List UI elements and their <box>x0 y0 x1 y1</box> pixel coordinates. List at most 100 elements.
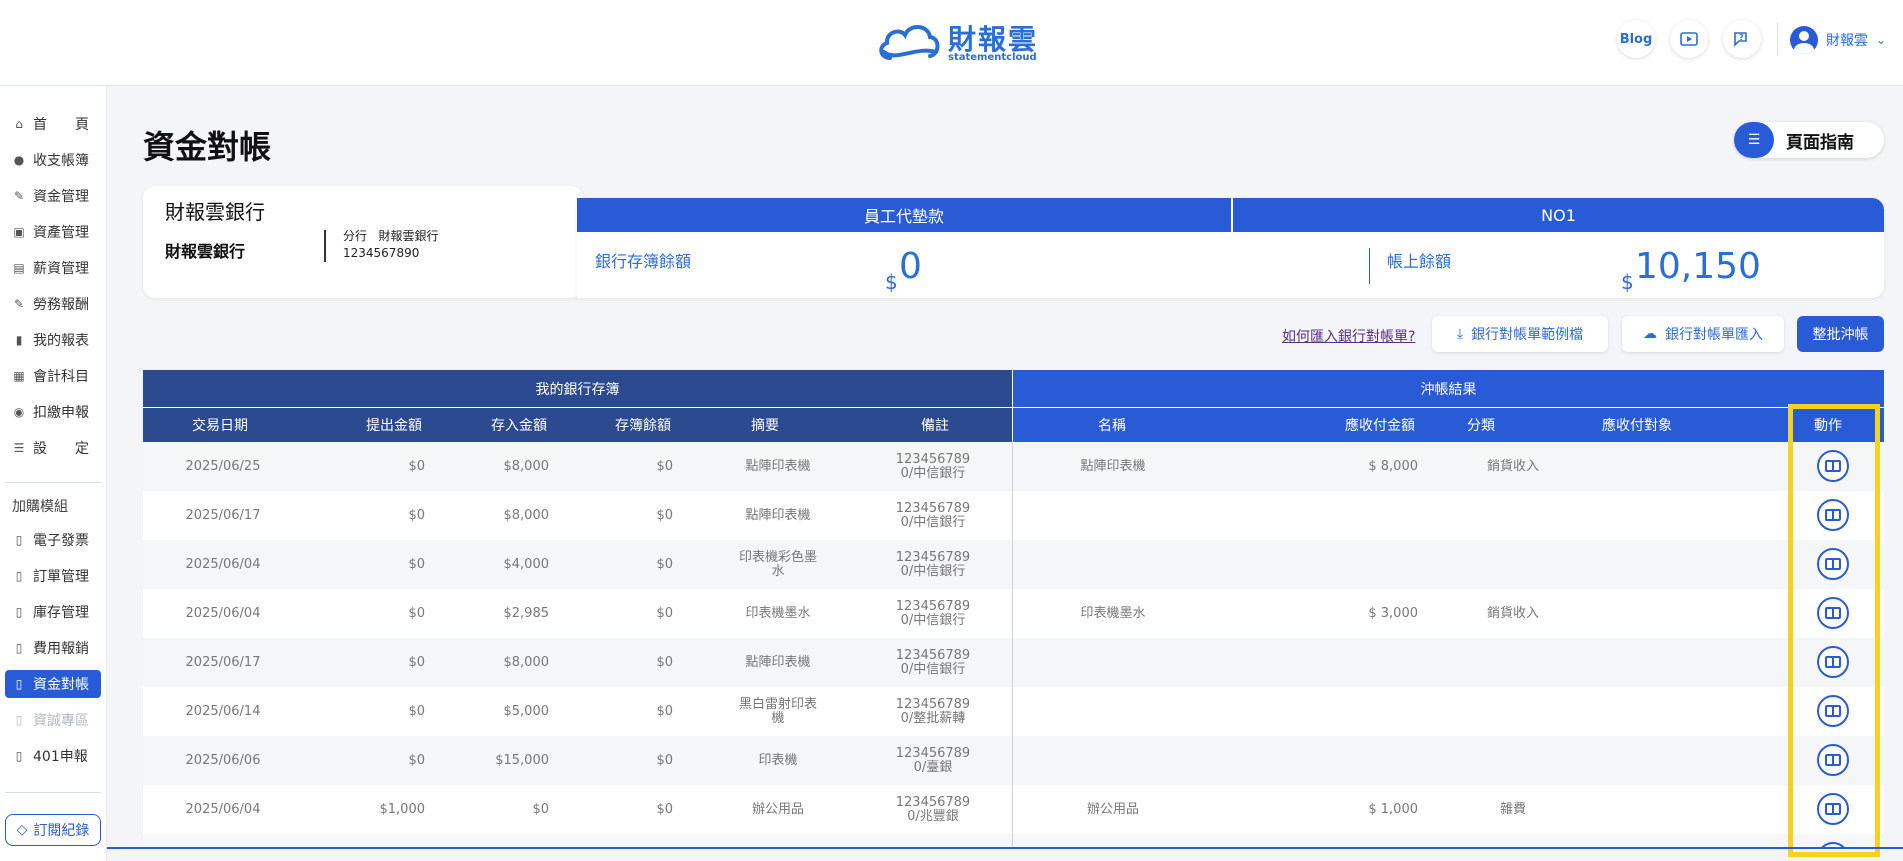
cell-in: $4,000 <box>503 556 550 572</box>
sidebar-item-expenses[interactable]: ▯ 費用報銷 <box>5 634 101 662</box>
logo-subtitle: statementcloud <box>948 52 1037 63</box>
sidebar-item-accounts[interactable]: ▦ 會計科目 <box>5 362 101 390</box>
sidebar-item-inventory[interactable]: ▯ 庫存管理 <box>5 598 101 626</box>
help-chat-button[interactable]: ? <box>1723 20 1761 58</box>
cell-out: $0 <box>408 507 425 523</box>
cell-date: 2025/06/25 <box>185 458 261 474</box>
cell-amount <box>1213 491 1418 540</box>
signpost-icon: ☰ <box>1734 122 1774 158</box>
cell-note: 123456789 0/中信銀行 <box>895 500 971 530</box>
sidebar-item-income-book[interactable]: ● 收支帳簿 <box>5 146 101 174</box>
cell-bal: $0 <box>656 654 673 670</box>
book-balance-value: 0 <box>899 246 922 287</box>
sidebar-item-assets[interactable]: ▣ 資產管理 <box>5 218 101 246</box>
tax-icon: ◉ <box>13 405 25 419</box>
batch-reconcile-button[interactable]: 整批沖帳 <box>1797 316 1884 352</box>
sidebar-divider-bottom <box>5 792 101 793</box>
cell-date: 2025/06/14 <box>185 703 261 719</box>
cell-name <box>1013 540 1213 589</box>
top-header: 財報雲 statementcloud Blog ? 財報雲 ⌄ <box>0 0 1903 86</box>
cell-out: $0 <box>408 556 425 572</box>
header-divider <box>1777 22 1778 56</box>
table-row: 2025/06/14 $0 $5,000 $0 黑白雷射印表 機 123456789 0/… <box>143 687 1884 736</box>
col-summary: 摘要 <box>751 418 779 434</box>
cell-target <box>1573 834 1803 847</box>
table-row: 2025/06/04 $0 $4,000 $0 印表機彩色墨 水 123456789 0/… <box>143 540 1884 589</box>
cell-summary: 印表機彩色墨 水 <box>738 549 817 579</box>
cell-note: 123456789 <box>853 834 1013 847</box>
subscription-button[interactable]: ◇ 訂閱紀錄 <box>5 814 101 846</box>
table-row: 2025/06/17 $0 $8,000 $0 點陣印表機 123456789 0/中信銀… <box>143 638 1884 687</box>
col-name: 名稱 <box>1098 418 1126 434</box>
cell-name: 辦公用品 <box>1086 801 1139 817</box>
sidebar-item-settings[interactable]: ☰ 設 定 <box>5 434 101 462</box>
ledger-balance-value: 10,150 <box>1635 246 1761 287</box>
sidebar-item-fund[interactable]: ✎ 資金管理 <box>5 182 101 210</box>
sidebar-item-labor[interactable]: ✎ 勞務報酬 <box>5 290 101 318</box>
sidebar-divider <box>5 482 101 483</box>
cell-note: 123456789 0/中信銀行 <box>895 549 971 579</box>
cell-in: $2,985 <box>503 605 550 621</box>
sidebar-item-pwc[interactable]: ▯ 資誠專區 <box>5 706 101 734</box>
cell-bal: $0 <box>656 556 673 572</box>
cell-target <box>1573 785 1803 834</box>
col-note: 備註 <box>921 418 949 434</box>
help-chat-icon: ? <box>1734 32 1747 47</box>
user-menu[interactable]: 財報雲 ⌄ <box>1790 24 1886 56</box>
cell-amount <box>1213 687 1418 736</box>
reconciliation-table: 我的銀行存簿 沖帳結果 交易日期 提出金額 存入金額 存簿餘額 摘要 備註 名稱… <box>143 370 1884 847</box>
logo[interactable]: 財報雲 statementcloud <box>876 16 1041 66</box>
bank-name: 財報雲銀行 <box>165 242 246 261</box>
balance-head-left: 員工代墊款 <box>577 198 1231 232</box>
sidebar-item-reconciliation[interactable]: ▯ 資金對帳 <box>5 670 101 698</box>
cell-cat <box>1453 834 1573 847</box>
sidebar-item-home[interactable]: ⌂ 首 頁 <box>5 110 101 138</box>
bank-info: 財報雲銀行 財報雲銀行 分行 財報雲銀行 1234567890 <box>143 186 583 298</box>
cell-out: $1,000 <box>379 801 426 817</box>
sidebar-item-401[interactable]: ▯ 401申報 <box>5 742 101 770</box>
document-icon: ▯ <box>15 533 23 547</box>
cloud-logo-icon <box>879 25 940 60</box>
table-divider <box>1012 442 1013 847</box>
bank-icon: ▣ <box>13 225 25 239</box>
cell-date: 2025/06/17 <box>185 654 261 670</box>
cell-in: $8,000 <box>503 654 550 670</box>
labor-icon: ✎ <box>13 297 25 311</box>
page-guide-button[interactable]: ☰ 頁面指南 <box>1734 122 1884 158</box>
cell-date: 2025/06/17 <box>185 507 261 523</box>
cell-in: $0 <box>532 801 549 817</box>
sidebar-item-reports[interactable]: ▮ 我的報表 <box>5 326 101 354</box>
cell-name <box>1013 491 1213 540</box>
sidebar-item-einvoice[interactable]: ▯ 電子發票 <box>5 526 101 554</box>
sidebar-item-orders[interactable]: ▯ 訂單管理 <box>5 562 101 590</box>
blog-button[interactable]: Blog <box>1617 20 1655 58</box>
cell-cat: 銷貨收入 <box>1486 605 1539 621</box>
statement-import-button[interactable]: ☁ 銀行對帳單匯入 <box>1622 316 1784 352</box>
cell-date: 2025/06/04 <box>185 801 261 817</box>
cell-amount: $ 8,000 <box>1368 458 1418 474</box>
cell-target <box>1573 491 1803 540</box>
diamond-icon: ◇ <box>16 822 28 838</box>
sidebar-item-salary[interactable]: ▤ 薪資管理 <box>5 254 101 282</box>
cell-out: $0 <box>408 752 425 768</box>
cell-name <box>1013 834 1213 847</box>
group-header-bank: 我的銀行存簿 <box>143 370 1012 407</box>
user-name: 財報雲 <box>1826 33 1868 49</box>
sample-download-button[interactable]: ⤓ 銀行對帳單範例檔 <box>1432 316 1608 352</box>
video-guide-button[interactable] <box>1670 20 1708 58</box>
book-balance-currency: $ <box>885 270 898 294</box>
cell-name <box>1013 638 1213 687</box>
how-to-import-link[interactable]: 如何匯入銀行對帳單? <box>1282 326 1415 346</box>
sidebar-section-title: 加購模組 <box>12 499 68 515</box>
cell-bal: $0 <box>656 458 673 474</box>
table-row: 2025/06/06 $0 $15,000 $0 印表機 123456789 0/臺銀 <box>143 736 1884 785</box>
col-amount: 應收付金額 <box>1345 418 1415 434</box>
cell-name: 印表機墨水 <box>1080 605 1146 621</box>
sidebar-item-withholding[interactable]: ◉ 扣繳申報 <box>5 398 101 426</box>
col-deposit: 存入金額 <box>491 418 547 434</box>
balance-divider <box>1369 248 1370 284</box>
cell-bal: $0 <box>656 752 673 768</box>
cell-amount: $ 3,000 <box>1368 605 1418 621</box>
cell-bal: $0 <box>656 507 673 523</box>
cell-summary: 點陣印表機 <box>745 458 811 474</box>
